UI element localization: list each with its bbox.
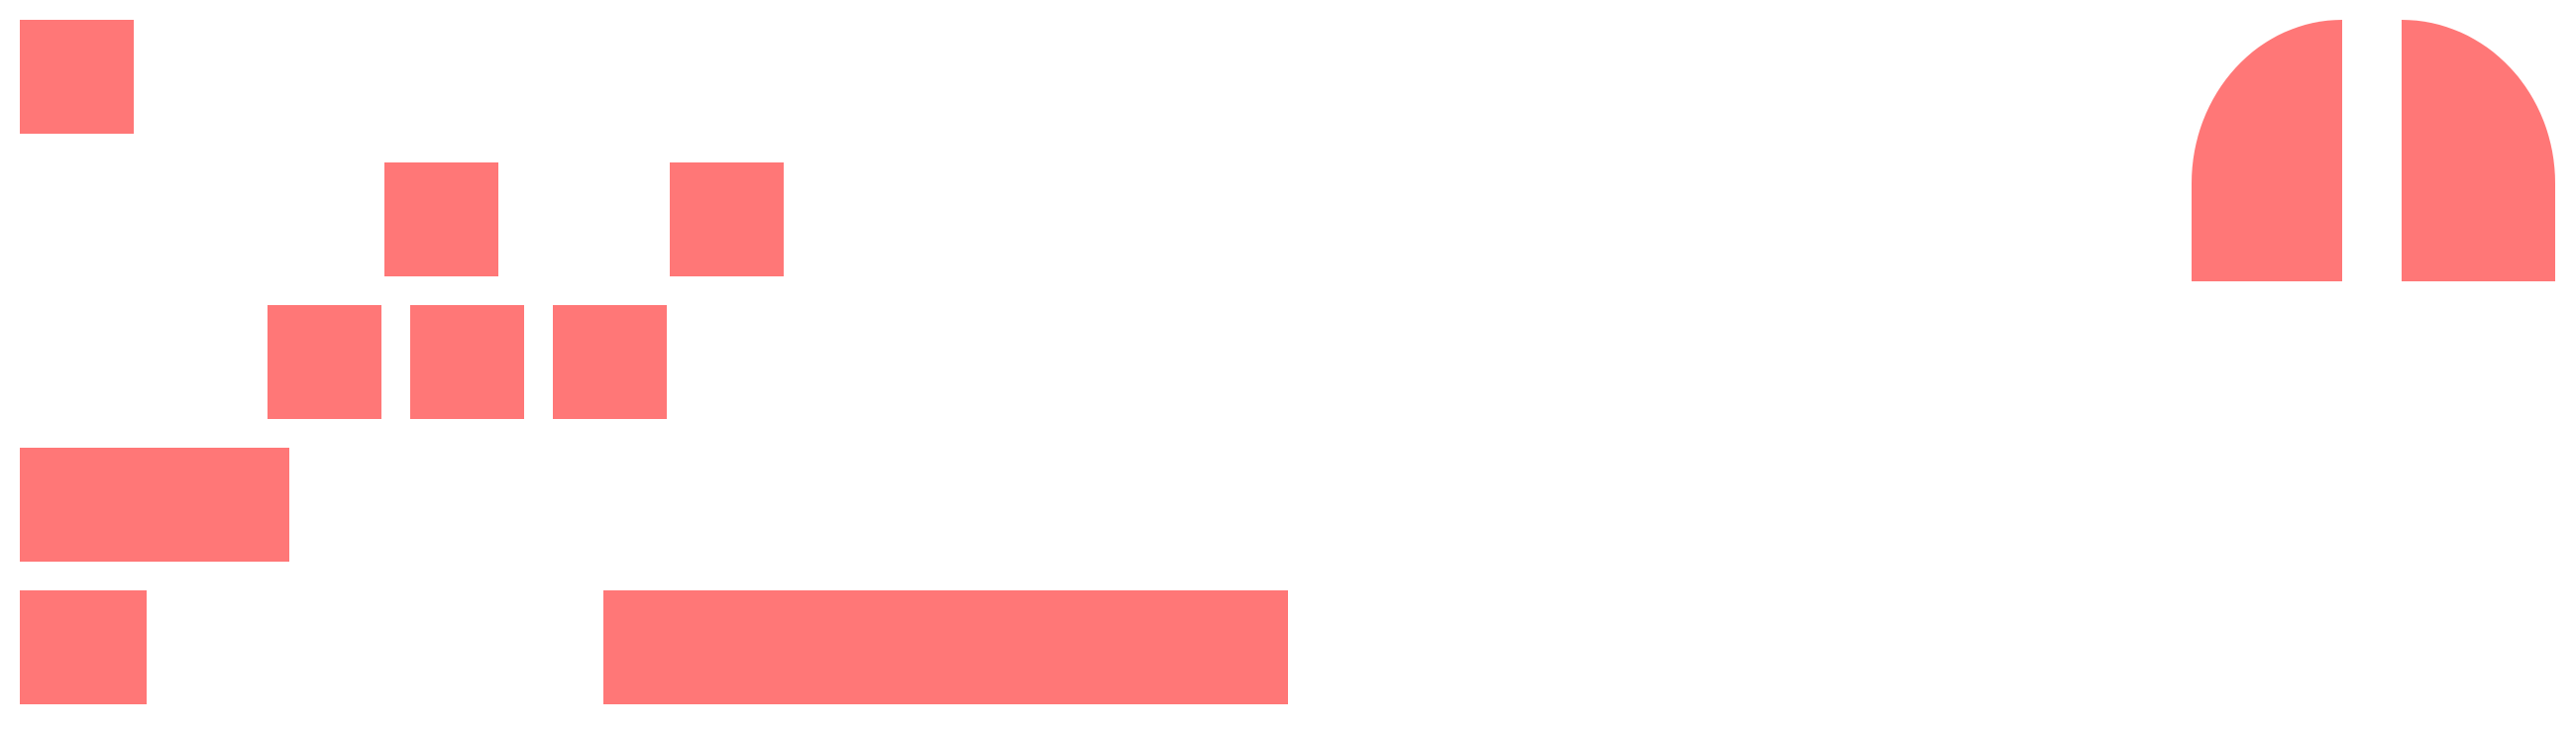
arch-left bbox=[2192, 20, 2342, 281]
block-wide bbox=[20, 448, 289, 562]
block-bottom-long bbox=[603, 590, 1288, 704]
arch-right bbox=[2402, 20, 2555, 281]
block-row2-b bbox=[670, 162, 784, 276]
block-row3-a bbox=[268, 305, 381, 419]
block-row2-a bbox=[384, 162, 498, 276]
block-top-left bbox=[20, 20, 134, 134]
block-bottom-left bbox=[20, 590, 147, 704]
block-row3-b bbox=[410, 305, 524, 419]
block-row3-c bbox=[553, 305, 667, 419]
